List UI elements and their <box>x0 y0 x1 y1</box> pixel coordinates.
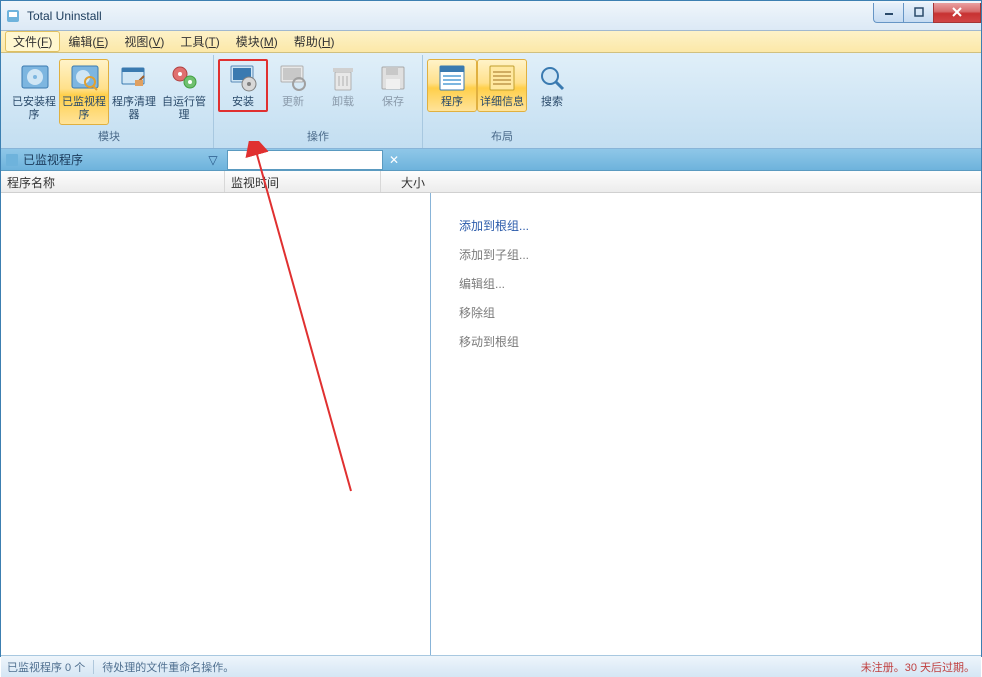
uninstall-button[interactable]: 卸载 <box>318 59 368 112</box>
search-icon <box>536 62 568 94</box>
group-label-modules: 模块 <box>9 126 209 148</box>
menu-view[interactable]: 视图(V) <box>116 31 172 52</box>
menu-help[interactable]: 帮助(H) <box>286 31 343 52</box>
context-add-root[interactable]: 添加到根组... <box>459 211 981 240</box>
context-remove-group: 移除组 <box>459 298 981 327</box>
context-add-sub: 添加到子组... <box>459 240 981 269</box>
menu-edit[interactable]: 编辑(E) <box>60 31 116 52</box>
cleaner-button[interactable]: 程序清理器 <box>109 59 159 125</box>
status-trial: 未注册。30 天后过期。 <box>861 659 975 675</box>
details-panel-button[interactable]: 详细信息 <box>477 59 527 112</box>
search-button[interactable]: 搜索 <box>527 59 577 112</box>
window-controls <box>873 3 981 23</box>
window-list-icon <box>436 62 468 94</box>
install-button[interactable]: 安装 <box>218 59 268 112</box>
window-broom-icon <box>118 62 150 94</box>
status-count: 已监视程序 0 个 <box>7 659 85 675</box>
minimize-button[interactable] <box>873 3 903 23</box>
maximize-button[interactable] <box>903 3 933 23</box>
left-panel-header: 已监视程序 ▽ <box>1 151 225 168</box>
ribbon-group-modules: 已安装程序 已监视程序 程序清理器 自运行管理 模块 <box>5 55 214 148</box>
trash-icon <box>327 62 359 94</box>
ribbon-toolbar: 已安装程序 已监视程序 程序清理器 自运行管理 模块 <box>1 53 981 149</box>
monitor-refresh-icon <box>277 62 309 94</box>
programs-panel-button[interactable]: 程序 <box>427 59 477 112</box>
group-label-actions: 操作 <box>218 126 418 148</box>
menu-tools[interactable]: 工具(T) <box>172 31 227 52</box>
titlebar[interactable]: Total Uninstall <box>1 1 981 31</box>
menubar: 文件(F) 编辑(E) 视图(V) 工具(T) 模块(M) 帮助(H) <box>1 31 981 53</box>
menu-modules[interactable]: 模块(M) <box>228 31 286 52</box>
col-size[interactable]: 大小 <box>381 171 431 192</box>
save-button[interactable]: 保存 <box>368 59 418 112</box>
disc-box-magnify-icon <box>68 62 100 94</box>
gears-icon <box>168 62 200 94</box>
left-panel-title: 已监视程序 <box>23 151 201 168</box>
monitored-programs-button[interactable]: 已监视程序 <box>59 59 109 125</box>
monitor-disc-icon <box>227 62 259 94</box>
status-pending: 待处理的文件重命名操作。 <box>102 659 234 675</box>
col-monitor-time[interactable]: 监视时间 <box>225 171 381 192</box>
column-headers: 程序名称 监视时间 大小 <box>1 171 981 193</box>
search-input[interactable] <box>227 150 383 170</box>
floppy-icon <box>377 62 409 94</box>
autorun-button[interactable]: 自运行管理 <box>159 59 209 125</box>
application-window: Total Uninstall 文件(F) 编辑(E) 视图(V) 工具(T) … <box>0 0 982 657</box>
status-separator <box>93 660 94 674</box>
clear-search-button[interactable]: ✕ <box>385 153 403 167</box>
window-title: Total Uninstall <box>27 9 873 23</box>
panel-icon <box>5 153 19 167</box>
ribbon-group-layout: 程序 详细信息 搜索 布局 <box>423 55 581 148</box>
disc-box-icon <box>18 62 50 94</box>
ribbon-group-actions: 安装 更新 卸载 保存 操作 <box>214 55 423 148</box>
group-label-layout: 布局 <box>427 126 577 148</box>
program-list-pane[interactable] <box>1 193 431 655</box>
details-list-icon <box>486 62 518 94</box>
close-button[interactable] <box>933 3 981 23</box>
panel-header-strip: 已监视程序 ▽ ✕ <box>1 149 981 171</box>
filter-icon[interactable]: ▽ <box>205 153 221 167</box>
app-icon <box>5 8 21 24</box>
menu-file[interactable]: 文件(F) <box>5 31 60 52</box>
col-program-name[interactable]: 程序名称 <box>1 171 225 192</box>
installed-programs-button[interactable]: 已安装程序 <box>9 59 59 125</box>
update-button[interactable]: 更新 <box>268 59 318 112</box>
context-edit-group: 编辑组... <box>459 269 981 298</box>
details-pane: 添加到根组... 添加到子组... 编辑组... 移除组 移动到根组 <box>431 193 981 655</box>
context-move-root: 移动到根组 <box>459 327 981 356</box>
statusbar: 已监视程序 0 个 待处理的文件重命名操作。 未注册。30 天后过期。 <box>1 655 981 677</box>
body-split: 添加到根组... 添加到子组... 编辑组... 移除组 移动到根组 <box>1 193 981 655</box>
